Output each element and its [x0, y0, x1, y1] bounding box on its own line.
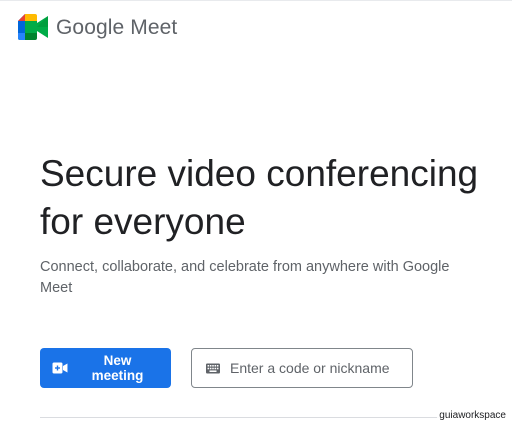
brand-logo[interactable]: Google Meet [18, 14, 177, 40]
hero-subtitle: Connect, collaborate, and celebrate from… [40, 259, 450, 296]
top-border [0, 0, 512, 1]
meet-landing-page: Google Meet Secure video conferencing fo… [0, 0, 512, 423]
new-meeting-button[interactable]: New meeting [40, 348, 171, 388]
brand-name: Google Meet [56, 15, 178, 39]
video-plus-icon [52, 362, 68, 374]
section-divider [40, 417, 440, 418]
hero-title: Secure video conferencing for everyone [40, 153, 479, 242]
google-meet-logo-icon [18, 14, 48, 40]
meeting-actions: New meeting [40, 348, 413, 388]
new-meeting-label: New meeting [91, 353, 144, 383]
meeting-code-input[interactable] [230, 360, 400, 376]
meeting-code-field[interactable] [191, 348, 413, 388]
keyboard-icon [206, 362, 220, 374]
watermark-text: guiaworkspace [437, 409, 508, 422]
